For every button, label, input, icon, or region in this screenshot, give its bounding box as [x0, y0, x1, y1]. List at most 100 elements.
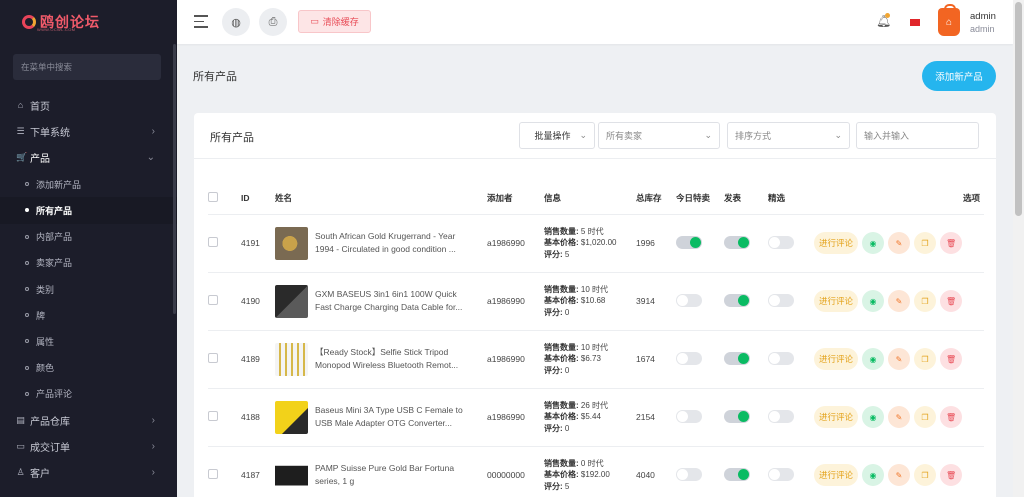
todays-deal-toggle[interactable]	[676, 351, 702, 365]
trash-icon: 🗑︎	[945, 412, 957, 422]
sold-label: 销售数量:	[544, 342, 579, 352]
globe-button[interactable]: ◍	[222, 8, 250, 36]
product-thumbnail[interactable]	[275, 284, 308, 318]
menu-toggle-icon[interactable]	[194, 15, 208, 32]
review-button[interactable]: 进行评论	[814, 232, 859, 254]
edit-button[interactable]: ✎	[888, 232, 911, 254]
sidebar-subitem-reviews[interactable]: 产品评论	[0, 381, 177, 407]
row-name-cell: 【Ready Stock】Selfie Stick Tripod Monopod…	[275, 330, 487, 389]
money-icon: ▭	[16, 440, 25, 451]
product-thumbnail[interactable]	[275, 342, 308, 376]
featured-toggle[interactable]	[768, 351, 794, 365]
sidebar-subitem-label: 类别	[36, 284, 55, 295]
logo[interactable]: 鸥创论坛 WWW.OCWL.COM	[0, 0, 177, 44]
sidebar-subitem-add-product[interactable]: 添加新产品	[0, 171, 177, 197]
sidebar-subitem-categories[interactable]: 类别	[0, 276, 177, 302]
sidebar-item-home[interactable]: ⌂ 首页	[0, 92, 177, 118]
featured-toggle[interactable]	[768, 293, 794, 307]
sidebar-item-customers[interactable]: ♙ 客户 ›	[0, 460, 177, 486]
print-button[interactable]: ⎙	[259, 8, 287, 36]
edit-button[interactable]: ✎	[888, 464, 911, 486]
product-thumbnail[interactable]	[275, 226, 308, 260]
edit-button[interactable]: ✎	[888, 406, 911, 428]
product-name[interactable]: GXM BASEUS 3in1 6in1 100W Quick Fast Cha…	[315, 288, 470, 314]
duplicate-button[interactable]: ❐	[914, 290, 937, 312]
published-toggle[interactable]	[724, 235, 750, 249]
featured-toggle[interactable]	[768, 235, 794, 249]
product-thumbnail[interactable]	[275, 458, 308, 492]
sidebar-item-products[interactable]: 🛒 产品 ⌄	[0, 145, 177, 171]
window-scrollbar-thumb[interactable]	[1015, 2, 1022, 216]
row-checkbox[interactable]	[208, 295, 218, 305]
featured-toggle[interactable]	[768, 467, 794, 481]
duplicate-button[interactable]: ❐	[914, 406, 937, 428]
row-checkbox[interactable]	[208, 237, 218, 247]
sidebar-subitem-seller-products[interactable]: 卖家产品	[0, 250, 177, 276]
review-button[interactable]: 进行评论	[814, 348, 859, 370]
sidebar-subitem-brands[interactable]: 牌	[0, 302, 177, 328]
add-product-button[interactable]: 添加新产品	[922, 61, 996, 91]
published-toggle[interactable]	[724, 351, 750, 365]
bulk-action-dropdown[interactable]: 批量操作 ⌄	[519, 122, 595, 149]
sidebar-subitem-attributes[interactable]: 属性	[0, 328, 177, 354]
edit-button[interactable]: ✎	[888, 348, 911, 370]
rating-value: 0	[564, 365, 570, 375]
delete-button[interactable]: 🗑︎	[940, 464, 963, 486]
published-toggle[interactable]	[724, 467, 750, 481]
review-button[interactable]: 进行评论	[814, 290, 859, 312]
view-button[interactable]: ◉	[862, 232, 885, 254]
todays-deal-toggle[interactable]	[676, 409, 702, 423]
flag-cn-icon[interactable]	[910, 19, 920, 26]
todays-deal-toggle[interactable]	[676, 235, 702, 249]
published-toggle[interactable]	[724, 293, 750, 307]
product-name[interactable]: 【Ready Stock】Selfie Stick Tripod Monopod…	[315, 346, 470, 372]
duplicate-button[interactable]: ❐	[914, 348, 937, 370]
row-info: 销售数量: 0 时代 基本价格: $192.00 评分: 5	[544, 446, 636, 497]
header-name[interactable]: 姓名	[275, 183, 487, 215]
product-thumbnail[interactable]	[275, 400, 308, 434]
view-button[interactable]: ◉	[862, 406, 885, 428]
todays-deal-toggle[interactable]	[676, 467, 702, 481]
delete-button[interactable]: 🗑︎	[940, 232, 963, 254]
sidebar-scrollbar[interactable]	[173, 44, 176, 314]
delete-button[interactable]: 🗑︎	[940, 290, 963, 312]
sidebar-subitem-all-products[interactable]: 所有产品	[0, 197, 177, 224]
review-button[interactable]: 进行评论	[814, 406, 859, 428]
menu-search-input[interactable]: 在菜单中搜索	[13, 54, 161, 80]
sidebar-item-orders[interactable]: ▭ 成交订单 ›	[0, 433, 177, 459]
header-id[interactable]: ID	[241, 183, 275, 215]
search-input[interactable]: 输入并输入	[856, 122, 979, 149]
edit-button[interactable]: ✎	[888, 290, 911, 312]
seller-select[interactable]: 所有卖家 ⌄	[598, 122, 720, 149]
sidebar-subitem-label: 添加新产品	[36, 179, 82, 190]
review-button[interactable]: 进行评论	[814, 464, 859, 486]
view-button[interactable]: ◉	[862, 290, 885, 312]
sidebar-subitem-colors[interactable]: 颜色	[0, 354, 177, 380]
view-button[interactable]: ◉	[862, 348, 885, 370]
product-name[interactable]: South African Gold Krugerrand - Year 199…	[315, 230, 470, 256]
user-name[interactable]: admin	[970, 11, 996, 22]
delete-button[interactable]: 🗑︎	[940, 348, 963, 370]
todays-deal-toggle[interactable]	[676, 293, 702, 307]
sidebar-item-order-system[interactable]: ☰ 下单系统 ›	[0, 118, 177, 144]
window-scrollbar[interactable]	[1013, 0, 1024, 497]
avatar[interactable]: ⌂	[938, 4, 960, 36]
row-checkbox[interactable]	[208, 411, 218, 421]
duplicate-button[interactable]: ❐	[914, 464, 937, 486]
sidebar-item-label: 客户	[30, 469, 50, 481]
list-icon: ☰	[16, 126, 25, 137]
delete-button[interactable]: 🗑︎	[940, 406, 963, 428]
duplicate-button[interactable]: ❐	[914, 232, 937, 254]
select-all-checkbox[interactable]	[208, 192, 218, 203]
clear-cache-button[interactable]: ▭ 清除缓存	[298, 10, 371, 33]
view-button[interactable]: ◉	[862, 464, 885, 486]
row-checkbox[interactable]	[208, 469, 218, 479]
row-checkbox[interactable]	[208, 353, 218, 363]
published-toggle[interactable]	[724, 409, 750, 423]
sidebar-subitem-inhouse-products[interactable]: 内部产品	[0, 224, 177, 250]
sidebar-item-warehouse[interactable]: ▤ 产品仓库 ›	[0, 407, 177, 433]
featured-toggle[interactable]	[768, 409, 794, 423]
product-name[interactable]: PAMP Suisse Pure Gold Bar Fortuna series…	[315, 462, 470, 488]
sort-select[interactable]: 排序方式 ⌄	[727, 122, 850, 149]
product-name[interactable]: Baseus Mini 3A Type USB C Female to USB …	[315, 404, 470, 430]
